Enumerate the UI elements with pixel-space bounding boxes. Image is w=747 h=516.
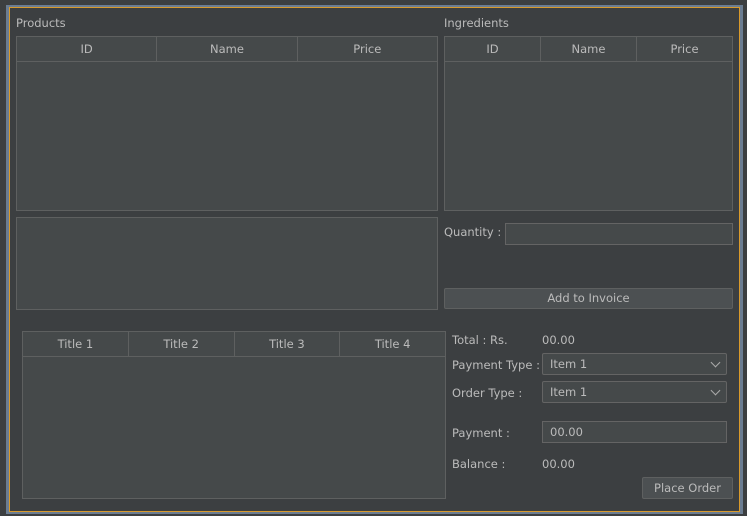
- product-details-area[interactable]: [16, 217, 438, 310]
- invoice-col-3[interactable]: Title 3: [235, 332, 341, 356]
- ingredients-col-name[interactable]: Name: [541, 37, 637, 61]
- place-order-button[interactable]: Place Order: [642, 477, 733, 499]
- ingredients-col-id[interactable]: ID: [445, 37, 541, 61]
- payment-type-label: Payment Type :: [452, 358, 540, 372]
- ingredients-title: Ingredients: [444, 16, 509, 30]
- ingredients-table[interactable]: ID Name Price: [444, 36, 733, 211]
- payment-label: Payment :: [452, 426, 510, 440]
- invoice-col-1[interactable]: Title 1: [23, 332, 129, 356]
- chevron-down-icon: [710, 385, 721, 396]
- total-label: Total : Rs.: [452, 333, 508, 347]
- order-type-select[interactable]: Item 1: [542, 381, 727, 403]
- products-table[interactable]: ID Name Price: [16, 36, 438, 211]
- quantity-input[interactable]: [505, 223, 733, 245]
- payment-type-value: Item 1: [550, 357, 588, 371]
- payment-type-select[interactable]: Item 1: [542, 353, 727, 375]
- invoice-col-2[interactable]: Title 2: [129, 332, 235, 356]
- balance-value: 00.00: [542, 457, 575, 471]
- order-type-value: Item 1: [550, 385, 588, 399]
- products-col-id[interactable]: ID: [17, 37, 158, 61]
- invoice-col-4[interactable]: Title 4: [340, 332, 445, 356]
- add-to-invoice-button[interactable]: Add to Invoice: [444, 288, 733, 309]
- invoice-table[interactable]: Title 1 Title 2 Title 3 Title 4: [22, 331, 446, 499]
- balance-label: Balance :: [452, 457, 506, 471]
- quantity-label: Quantity :: [444, 225, 502, 239]
- order-type-label: Order Type :: [452, 386, 523, 400]
- chevron-down-icon: [710, 357, 721, 368]
- ingredients-col-price[interactable]: Price: [637, 37, 732, 61]
- products-col-price[interactable]: Price: [298, 37, 437, 61]
- products-col-name[interactable]: Name: [157, 37, 298, 61]
- products-title: Products: [16, 16, 66, 30]
- total-value: 00.00: [542, 333, 575, 347]
- payment-input[interactable]: 00.00: [542, 421, 727, 443]
